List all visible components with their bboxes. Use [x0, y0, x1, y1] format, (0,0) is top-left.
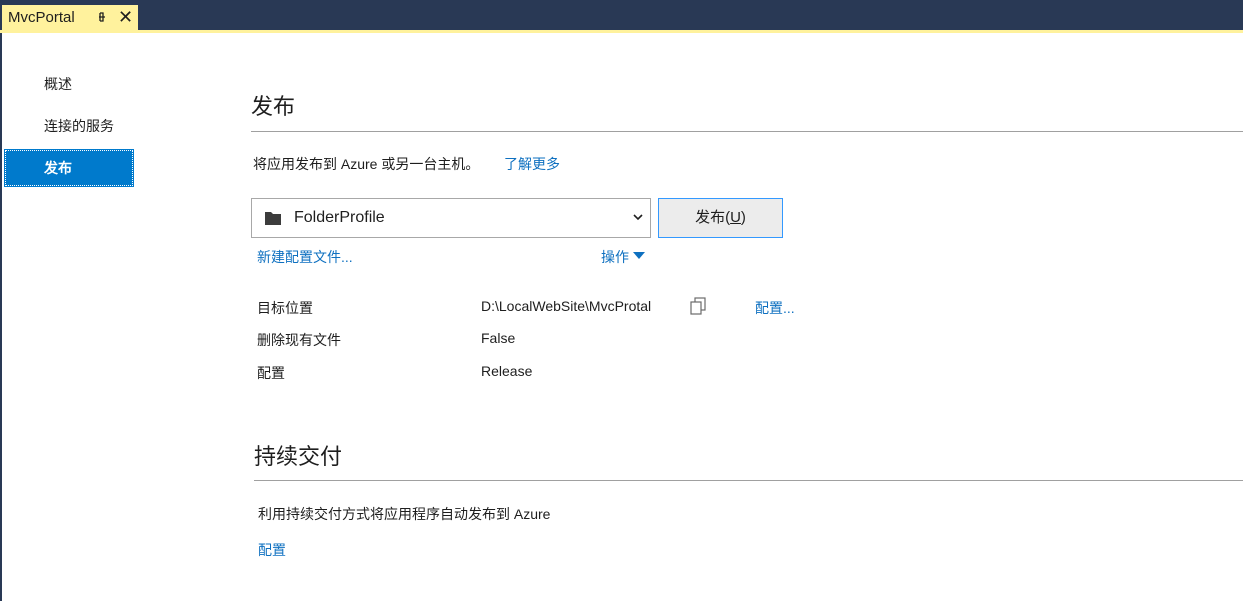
profile-dropdown[interactable]: FolderProfile — [251, 198, 651, 238]
chevron-down-icon — [633, 214, 643, 221]
nav-item-overview[interactable]: 概述 — [4, 65, 134, 103]
publish-description: 将应用发布到 Azure 或另一台主机。 — [253, 156, 480, 172]
caret-down-icon[interactable] — [633, 252, 645, 260]
configure-target-link[interactable]: 配置... — [755, 298, 795, 318]
property-value-configuration: Release — [481, 363, 533, 379]
configure-cd-link[interactable]: 配置 — [258, 540, 286, 560]
document-tab-title: MvcPortal — [8, 9, 75, 26]
nav-item-label: 概述 — [44, 76, 72, 92]
continuous-delivery-heading: 持续交付 — [254, 444, 343, 469]
property-value-delete-existing: False — [481, 330, 516, 346]
publish-divider — [251, 131, 1243, 132]
continuous-delivery-divider — [254, 480, 1243, 481]
tab-underline — [0, 30, 1243, 33]
nav-item-publish[interactable]: 发布 — [4, 149, 134, 187]
pin-icon[interactable] — [94, 9, 110, 25]
window-left-border — [0, 33, 2, 601]
publish-button[interactable]: 发布(U) — [658, 198, 783, 238]
property-label-target-location: 目标位置 — [257, 300, 313, 316]
publish-button-prefix: 发布( — [695, 209, 731, 226]
document-tab[interactable]: MvcPortal ✕ — [2, 5, 138, 30]
close-icon[interactable]: ✕ — [118, 8, 133, 26]
continuous-delivery-description: 利用持续交付方式将应用程序自动发布到 Azure — [258, 506, 551, 522]
nav-item-connected-services[interactable]: 连接的服务 — [4, 107, 134, 145]
property-label-configuration: 配置 — [257, 365, 285, 381]
nav-item-label: 发布 — [44, 160, 72, 176]
new-profile-link[interactable]: 新建配置文件... — [257, 247, 353, 267]
title-bar — [0, 0, 1243, 30]
actions-link[interactable]: 操作 — [601, 247, 629, 267]
publish-heading: 发布 — [251, 94, 296, 119]
nav-item-label: 连接的服务 — [44, 118, 114, 134]
copy-icon[interactable] — [690, 297, 706, 315]
folder-icon — [265, 212, 281, 225]
profile-dropdown-value: FolderProfile — [294, 209, 385, 226]
learn-more-link[interactable]: 了解更多 — [504, 154, 560, 174]
property-value-target-location: D:\LocalWebSite\MvcProtal — [481, 298, 652, 314]
property-label-delete-existing: 删除现有文件 — [257, 332, 341, 348]
publish-button-accelerator: U — [730, 209, 741, 226]
publish-button-suffix: ) — [740, 209, 746, 226]
